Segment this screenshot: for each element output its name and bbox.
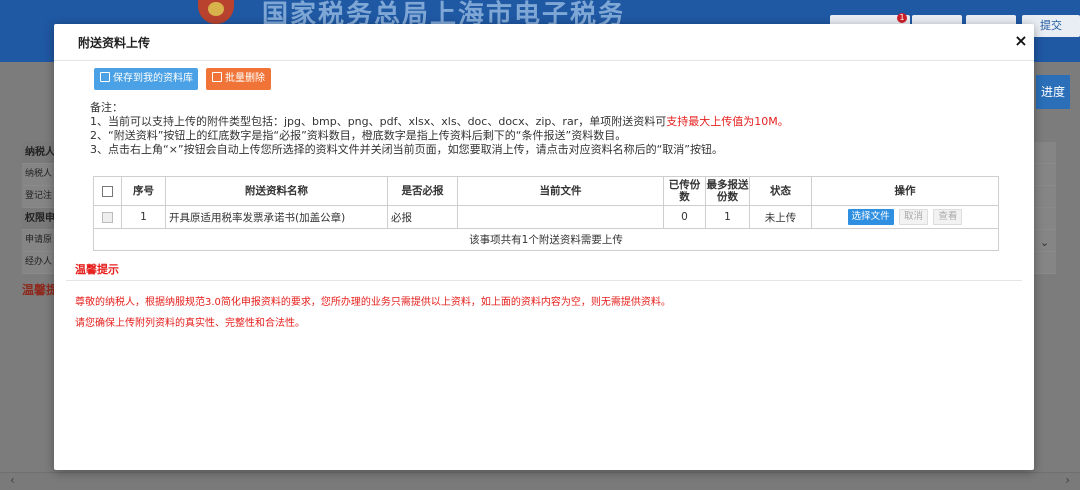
background-form: 纳税人 纳税人 登记注 权限申 申请原 经办人 bbox=[22, 142, 56, 274]
dialog-title: 附送资料上传 bbox=[78, 36, 151, 50]
save-to-library-label: 保存到我的资料库 bbox=[113, 73, 193, 84]
select-all-cell bbox=[93, 176, 122, 206]
batch-delete-label: 批量删除 bbox=[225, 73, 265, 84]
attachment-upload-dialog: 附送资料上传 × 保存到我的资料库 批量删除 备注： 1、当前可以支持上传的附件… bbox=[54, 24, 1034, 470]
col-max: 最多报送份数 bbox=[705, 176, 750, 206]
notes-heading: 备注： bbox=[90, 101, 123, 114]
dialog-header: 附送资料上传 × bbox=[54, 24, 1034, 61]
form-section-label: 纳税人 bbox=[22, 142, 56, 164]
form-row-label: 纳税人 bbox=[22, 164, 56, 186]
divider bbox=[66, 280, 1022, 281]
form-row-label: 经办人 bbox=[22, 252, 56, 274]
row-uploaded: 0 bbox=[663, 205, 706, 229]
national-emblem-icon bbox=[198, 0, 234, 24]
note-line-1-highlight: 支持最大上传值为10M。 bbox=[666, 115, 789, 128]
row-actions: 选择文件 取消 查看 bbox=[811, 205, 999, 229]
col-actions: 操作 bbox=[811, 176, 999, 206]
batch-delete-button[interactable]: 批量删除 bbox=[206, 68, 271, 90]
chevron-down-icon[interactable]: ⌄ bbox=[1040, 236, 1049, 249]
row-name: 开具原适用税率发票承诺书(加盖公章) bbox=[165, 205, 388, 229]
note-line-2: 2、“附送资料”按钮上的红底数字是指“必报”资料数目，橙底数字是指上传资料后剩下… bbox=[90, 129, 627, 142]
row-max: 1 bbox=[705, 205, 750, 229]
table-summary: 该事项共有1个附送资料需要上传 bbox=[93, 228, 999, 251]
attachment-table: 序号 附送资料名称 是否必报 当前文件 已传份数 最多报送份数 状态 操作 1 … bbox=[93, 176, 999, 251]
tips-title: 温馨提示 bbox=[75, 263, 119, 276]
col-uploaded: 已传份数 bbox=[663, 176, 706, 206]
note-line-3: 3、点击右上角“×”按钮会自动上传您所选择的资料文件并关闭当前页面，如您要取消上… bbox=[90, 143, 724, 156]
col-name: 附送资料名称 bbox=[165, 176, 388, 206]
row-checkbox[interactable] bbox=[102, 211, 113, 223]
tips-text: 尊敬的纳税人，根据纳服规范3.0简化申报资料的要求，您所办理的业务只需提供以上资… bbox=[75, 292, 671, 334]
trash-icon bbox=[212, 72, 222, 82]
summary-row: 该事项共有1个附送资料需要上传 bbox=[93, 228, 999, 251]
save-icon bbox=[100, 72, 110, 82]
form-row-label: 登记注 bbox=[22, 186, 56, 208]
progress-button[interactable]: 进度 bbox=[1036, 75, 1070, 109]
cancel-button[interactable]: 取消 bbox=[898, 209, 928, 225]
view-button[interactable]: 查看 bbox=[933, 209, 963, 225]
row-index: 1 bbox=[121, 205, 166, 229]
table-row: 1 开具原适用税率发票承诺书(加盖公章) 必报 0 1 未上传 选择文件 取消 … bbox=[93, 205, 999, 229]
row-required: 必报 bbox=[387, 205, 458, 229]
col-current-file: 当前文件 bbox=[457, 176, 664, 206]
tips-line-1: 尊敬的纳税人，根据纳服规范3.0简化申报资料的要求，您所办理的业务只需提供以上资… bbox=[75, 297, 671, 308]
scroll-right-icon[interactable]: › bbox=[1065, 473, 1070, 487]
notification-badge: 1 bbox=[897, 13, 907, 23]
col-required: 是否必报 bbox=[387, 176, 458, 206]
notes-section: 备注： 1、当前可以支持上传的附件类型包括：jpg、bmp、png、pdf、xl… bbox=[90, 101, 1010, 157]
select-all-checkbox[interactable] bbox=[102, 185, 113, 197]
form-section-label: 权限申 bbox=[22, 208, 56, 230]
scroll-left-icon[interactable]: ‹ bbox=[10, 473, 15, 487]
row-select-cell bbox=[93, 205, 122, 229]
table-header-row: 序号 附送资料名称 是否必报 当前文件 已传份数 最多报送份数 状态 操作 bbox=[93, 176, 999, 206]
note-line-1: 1、当前可以支持上传的附件类型包括：jpg、bmp、png、pdf、xlsx、x… bbox=[90, 115, 1010, 129]
close-icon[interactable]: × bbox=[1012, 31, 1030, 51]
col-index: 序号 bbox=[121, 176, 166, 206]
col-status: 状态 bbox=[749, 176, 812, 206]
note-line-1-text: 1、当前可以支持上传的附件类型包括：jpg、bmp、png、pdf、xlsx、x… bbox=[90, 115, 667, 128]
form-row-label: 申请原 bbox=[22, 230, 56, 252]
row-status: 未上传 bbox=[749, 205, 812, 229]
horizontal-scrollbar[interactable]: ‹ › bbox=[0, 472, 1080, 490]
site-title: 国家税务总局上海市电子税务局 bbox=[262, 0, 622, 24]
choose-file-button[interactable]: 选择文件 bbox=[847, 209, 894, 225]
row-current-file bbox=[457, 205, 664, 229]
tips-line-2: 请您确保上传附列资料的真实性、完整性和合法性。 bbox=[75, 318, 305, 329]
save-to-library-button[interactable]: 保存到我的资料库 bbox=[94, 68, 198, 90]
background-warning: 温馨提示 bbox=[22, 283, 56, 297]
